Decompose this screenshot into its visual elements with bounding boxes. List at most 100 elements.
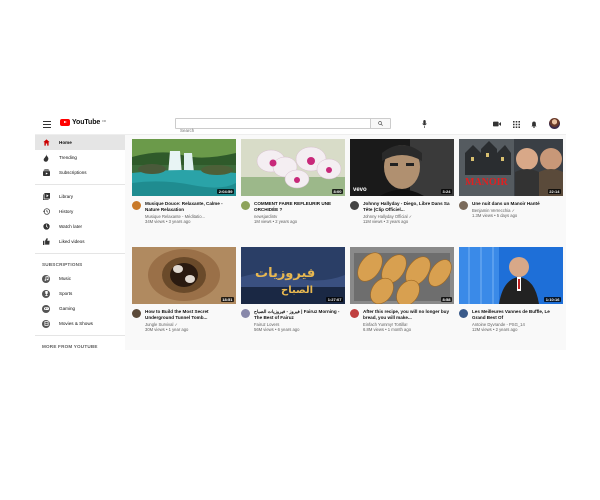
- video-info: How to Build the Most Secret Underground…: [145, 309, 236, 332]
- video-card[interactable]: 8:58 After this recipe, you will no longe…: [350, 247, 454, 332]
- channel-avatar[interactable]: [350, 309, 359, 318]
- sidebar-item-library[interactable]: Library: [35, 189, 125, 204]
- video-card[interactable]: MANOIRHANTE22:14 Une nuit dans un Manoir …: [459, 139, 563, 218]
- video-title[interactable]: فيروز - فيروزيات الصباح | Fairuz Morning…: [254, 309, 345, 321]
- video-info: COMMENT FAIRE REFLEURIR UNE ORCHIDÉE ? ne…: [254, 201, 345, 224]
- top-bar: YouTube FR: [35, 113, 566, 135]
- sidebar-item-gaming[interactable]: Gaming: [35, 301, 125, 316]
- video-info: After this recipe, you will no longer bu…: [363, 309, 454, 332]
- sidebar-item-label: Subscriptions: [59, 170, 87, 175]
- vevo-badge: vevo: [353, 187, 367, 193]
- video-thumbnail[interactable]: فيروزيات الصباح 1:27:07: [241, 247, 345, 304]
- sidebar-item-sports[interactable]: Sports: [35, 286, 125, 301]
- video-card[interactable]: 18:51 How to Build the Most Secret Underg…: [132, 247, 236, 332]
- video-duration: 22:14: [547, 189, 561, 194]
- youtube-logo[interactable]: YouTube FR: [60, 119, 106, 126]
- logo-region: FR: [102, 118, 107, 123]
- subscriptions-heading: SUBSCRIPTIONS: [42, 262, 83, 267]
- video-meta: COMMENT FAIRE REFLEURIR UNE ORCHIDÉE ? ne…: [241, 201, 345, 224]
- video-thumbnail[interactable]: 8:58: [350, 247, 454, 304]
- video-card[interactable]: 8:00 COMMENT FAIRE REFLEURIR UNE ORCHIDÉE…: [241, 139, 345, 224]
- video-duration: 3:24: [440, 189, 452, 194]
- video-stats: 1.3M views • 5 days ago: [472, 213, 518, 218]
- music-icon: [42, 274, 50, 283]
- channel-avatar[interactable]: [132, 309, 141, 318]
- sidebar-item-label: Trending: [59, 155, 77, 160]
- microphone-icon[interactable]: [420, 119, 428, 128]
- video-card[interactable]: 1:10:16 Les Meilleures Vannes de Buffle, …: [459, 247, 563, 332]
- channel-avatar[interactable]: [350, 201, 359, 210]
- sidebar-item-liked-videos[interactable]: Liked videos: [35, 234, 125, 249]
- channel-avatar[interactable]: [459, 309, 468, 318]
- video-title[interactable]: Musique Douce: Relaxante, Calme - Nature…: [145, 201, 236, 213]
- menu-icon[interactable]: [43, 120, 51, 128]
- video-duration: 8:00: [331, 189, 343, 194]
- video-thumbnail[interactable]: 18:51: [132, 247, 236, 304]
- sidebar-item-label: Sports: [59, 291, 73, 296]
- video-stats: 6.8M views • 1 month ago: [363, 327, 412, 332]
- video-stats: 11M views • 3 years ago: [363, 219, 409, 224]
- video-title[interactable]: Johnny Hallyday - Diego, Libre Dans Sa T…: [363, 201, 454, 213]
- video-title[interactable]: How to Build the Most Secret Underground…: [145, 309, 236, 321]
- sidebar-item-watch-later[interactable]: Watch later: [35, 219, 125, 234]
- notifications-bell-icon[interactable]: [530, 120, 538, 128]
- video-thumbnail[interactable]: 1:10:16: [459, 247, 563, 304]
- channel-avatar[interactable]: [132, 201, 141, 210]
- video-stats: 56M views • 6 years ago: [254, 327, 300, 332]
- sidebar-item-label: Movies & Shows: [59, 321, 93, 326]
- sidebar-item-home[interactable]: Home: [35, 135, 125, 150]
- video-stats: 34M views • 3 years ago: [145, 219, 191, 224]
- sidebar-divider: [35, 184, 125, 185]
- video-thumbnail[interactable]: 2:04:59: [132, 139, 236, 196]
- create-video-icon[interactable]: [492, 120, 501, 128]
- video-info: Johnny Hallyday - Diego, Libre Dans Sa T…: [363, 201, 454, 224]
- channel-avatar[interactable]: [459, 201, 468, 210]
- home-icon: [42, 139, 50, 147]
- video-stats: 12M views • 2 years ago: [472, 327, 518, 332]
- account-avatar[interactable]: [549, 118, 560, 129]
- history-icon: [42, 208, 50, 216]
- sidebar-item-label: Home: [59, 140, 72, 145]
- video-title[interactable]: Une nuit dans un Manoir Hanté: [472, 201, 563, 207]
- svg-text:فيروزيات: فيروزيات: [255, 266, 315, 281]
- gamepad-icon: [42, 304, 50, 313]
- video-card[interactable]: vevo 3:24 Johnny Hallyday - Diego, Libre D…: [350, 139, 454, 224]
- youtube-play-icon: [60, 119, 70, 126]
- sidebar-item-history[interactable]: History: [35, 204, 125, 219]
- sidebar-item-label: History: [59, 209, 74, 214]
- sidebar-item-movies-shows[interactable]: Movies & Shows: [35, 316, 125, 331]
- video-meta: After this recipe, you will no longer bu…: [350, 309, 454, 332]
- video-info: Une nuit dans un Manoir Hanté Benjamin Ve…: [472, 201, 563, 218]
- video-meta: Les Meilleures Vannes de Buffle, Le Gran…: [459, 309, 563, 332]
- sidebar-item-label: Music: [59, 276, 71, 281]
- video-meta: Musique Douce: Relaxante, Calme - Nature…: [132, 201, 236, 224]
- channel-avatar[interactable]: [241, 309, 250, 318]
- sidebar-item-music[interactable]: Music: [35, 271, 125, 286]
- trending-icon: [42, 153, 50, 162]
- video-title[interactable]: After this recipe, you will no longer bu…: [363, 309, 454, 321]
- video-info: فيروز - فيروزيات الصباح | Fairuz Morning…: [254, 309, 345, 332]
- video-thumbnail[interactable]: MANOIRHANTE22:14: [459, 139, 563, 196]
- video-title[interactable]: Les Meilleures Vannes de Buffle, Le Gran…: [472, 309, 563, 321]
- search-button[interactable]: [370, 119, 390, 128]
- video-info: Musique Douce: Relaxante, Calme - Nature…: [145, 201, 236, 224]
- video-duration: 2:04:59: [217, 189, 234, 194]
- video-card[interactable]: فيروزيات الصباح 1:27:07 فيروز - فيروزيات ال…: [241, 247, 345, 332]
- video-card[interactable]: 2:04:59 Musique Douce: Relaxante, Calme -…: [132, 139, 236, 224]
- sidebar-item-label: Library: [59, 194, 74, 199]
- video-thumbnail[interactable]: 8:00: [241, 139, 345, 196]
- youtube-window: YouTube FR Home Trending Subscriptions Lib…: [35, 113, 566, 350]
- search-icon: [378, 121, 383, 126]
- video-thumbnail[interactable]: vevo 3:24: [350, 139, 454, 196]
- sidebar: Home Trending Subscriptions Library History…: [35, 135, 125, 350]
- video-title[interactable]: COMMENT FAIRE REFLEURIR UNE ORCHIDÉE ?: [254, 201, 345, 213]
- apps-grid-icon[interactable]: [512, 120, 520, 128]
- channel-avatar[interactable]: [241, 201, 250, 210]
- video-duration: 1:27:07: [326, 297, 343, 302]
- sidebar-item-subscriptions[interactable]: Subscriptions: [35, 165, 125, 180]
- sidebar-item-trending[interactable]: Trending: [35, 150, 125, 165]
- video-duration: 1:10:16: [544, 297, 561, 302]
- logo-text: YouTube: [72, 119, 101, 126]
- sidebar-item-label: Watch later: [59, 224, 83, 229]
- search-input[interactable]: [176, 126, 372, 135]
